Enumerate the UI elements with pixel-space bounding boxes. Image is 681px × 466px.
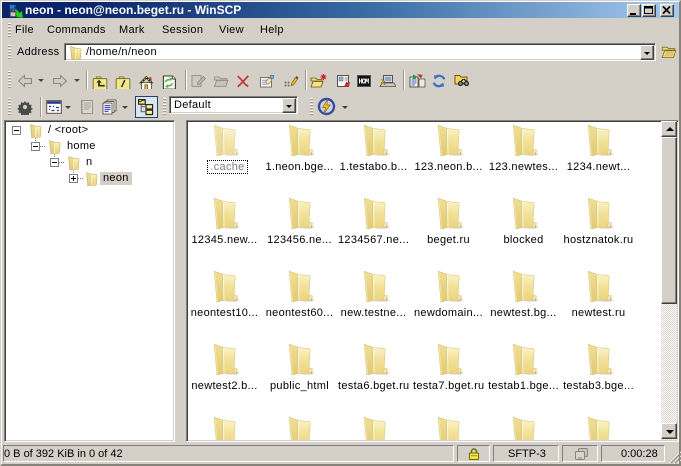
- svg-text:HOM: HOM: [359, 79, 370, 87]
